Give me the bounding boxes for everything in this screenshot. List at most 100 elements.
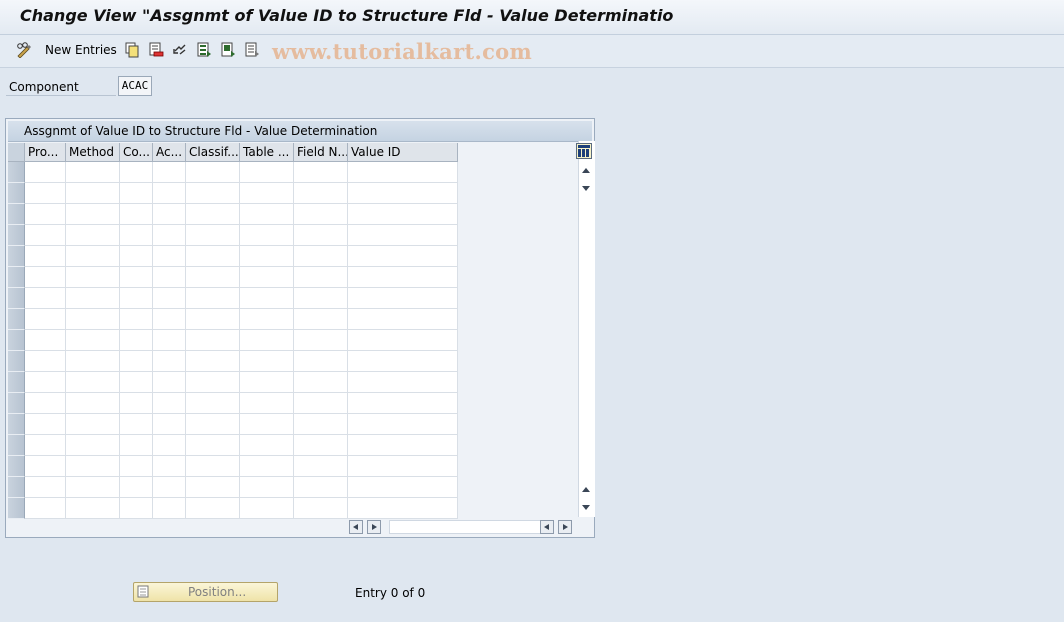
table-cell[interactable]: [66, 351, 120, 372]
table-cell[interactable]: [294, 498, 348, 519]
table-cell[interactable]: [186, 162, 240, 183]
scroll-up-top-icon[interactable]: [582, 168, 590, 173]
table-cell[interactable]: [240, 204, 294, 225]
table-cell[interactable]: [186, 204, 240, 225]
table-cell[interactable]: [153, 267, 186, 288]
table-cell[interactable]: [25, 498, 66, 519]
table-cell[interactable]: [348, 183, 458, 204]
table-cell[interactable]: [186, 351, 240, 372]
table-cell[interactable]: [25, 225, 66, 246]
table-cell[interactable]: [240, 456, 294, 477]
table-cell[interactable]: [25, 162, 66, 183]
table-cell[interactable]: [120, 414, 153, 435]
table-cell[interactable]: [186, 477, 240, 498]
row-selector[interactable]: [8, 435, 25, 456]
display-change-button[interactable]: [16, 41, 32, 59]
table-cell[interactable]: [348, 393, 458, 414]
table-cell[interactable]: [348, 414, 458, 435]
table-cell[interactable]: [153, 288, 186, 309]
table-cell[interactable]: [294, 309, 348, 330]
table-cell[interactable]: [66, 435, 120, 456]
table-cell[interactable]: [66, 330, 120, 351]
table-cell[interactable]: [294, 393, 348, 414]
table-cell[interactable]: [348, 456, 458, 477]
table-cell[interactable]: [25, 246, 66, 267]
row-selector[interactable]: [8, 477, 25, 498]
table-cell[interactable]: [348, 267, 458, 288]
table-cell[interactable]: [66, 267, 120, 288]
table-cell[interactable]: [153, 498, 186, 519]
table-cell[interactable]: [25, 309, 66, 330]
table-cell[interactable]: [348, 288, 458, 309]
table-cell[interactable]: [66, 183, 120, 204]
table-cell[interactable]: [240, 330, 294, 351]
table-cell[interactable]: [186, 456, 240, 477]
table-settings-button[interactable]: [576, 143, 592, 159]
row-selector[interactable]: [8, 267, 25, 288]
column-header-component[interactable]: Co...: [120, 143, 153, 162]
table-cell[interactable]: [294, 162, 348, 183]
table-cell[interactable]: [294, 414, 348, 435]
table-cell[interactable]: [120, 288, 153, 309]
table-cell[interactable]: [186, 225, 240, 246]
table-cell[interactable]: [120, 246, 153, 267]
table-cell[interactable]: [348, 477, 458, 498]
table-cell[interactable]: [25, 372, 66, 393]
table-cell[interactable]: [120, 183, 153, 204]
table-cell[interactable]: [66, 225, 120, 246]
table-cell[interactable]: [153, 351, 186, 372]
horizontal-scrollbar[interactable]: [389, 520, 542, 534]
row-selector[interactable]: [8, 372, 25, 393]
table-cell[interactable]: [120, 351, 153, 372]
table-cell[interactable]: [153, 162, 186, 183]
table-cell[interactable]: [153, 204, 186, 225]
table-cell[interactable]: [294, 456, 348, 477]
table-cell[interactable]: [25, 330, 66, 351]
table-cell[interactable]: [120, 267, 153, 288]
table-cell[interactable]: [348, 246, 458, 267]
table-cell[interactable]: [25, 435, 66, 456]
column-header-table[interactable]: Table ...: [240, 143, 294, 162]
copy-as-button[interactable]: [124, 41, 140, 59]
column-header-classification[interactable]: Classif....: [186, 143, 240, 162]
table-cell[interactable]: [240, 309, 294, 330]
table-cell[interactable]: [294, 477, 348, 498]
select-block-button[interactable]: [220, 41, 236, 59]
table-cell[interactable]: [348, 162, 458, 183]
new-entries-button[interactable]: New Entries: [45, 43, 117, 57]
row-selector[interactable]: [8, 183, 25, 204]
column-header-activity[interactable]: Ac...: [153, 143, 186, 162]
table-cell[interactable]: [240, 267, 294, 288]
table-cell[interactable]: [153, 435, 186, 456]
table-cell[interactable]: [240, 225, 294, 246]
scroll-left-end-button[interactable]: [540, 520, 554, 534]
table-cell[interactable]: [66, 477, 120, 498]
table-cell[interactable]: [240, 246, 294, 267]
table-cell[interactable]: [25, 393, 66, 414]
row-selector[interactable]: [8, 162, 25, 183]
table-cell[interactable]: [186, 435, 240, 456]
table-cell[interactable]: [153, 183, 186, 204]
table-cell[interactable]: [348, 351, 458, 372]
scroll-right-end-button[interactable]: [558, 520, 572, 534]
table-cell[interactable]: [294, 225, 348, 246]
table-cell[interactable]: [240, 288, 294, 309]
table-cell[interactable]: [294, 288, 348, 309]
table-cell[interactable]: [186, 498, 240, 519]
table-cell[interactable]: [294, 435, 348, 456]
table-cell[interactable]: [186, 414, 240, 435]
table-cell[interactable]: [66, 204, 120, 225]
table-cell[interactable]: [348, 498, 458, 519]
table-cell[interactable]: [186, 393, 240, 414]
row-selector[interactable]: [8, 330, 25, 351]
table-cell[interactable]: [25, 456, 66, 477]
table-cell[interactable]: [66, 162, 120, 183]
table-cell[interactable]: [120, 477, 153, 498]
table-cell[interactable]: [186, 267, 240, 288]
table-cell[interactable]: [66, 288, 120, 309]
table-cell[interactable]: [120, 498, 153, 519]
row-selector[interactable]: [8, 246, 25, 267]
deselect-all-button[interactable]: [244, 41, 260, 59]
table-cell[interactable]: [25, 477, 66, 498]
table-cell[interactable]: [25, 204, 66, 225]
